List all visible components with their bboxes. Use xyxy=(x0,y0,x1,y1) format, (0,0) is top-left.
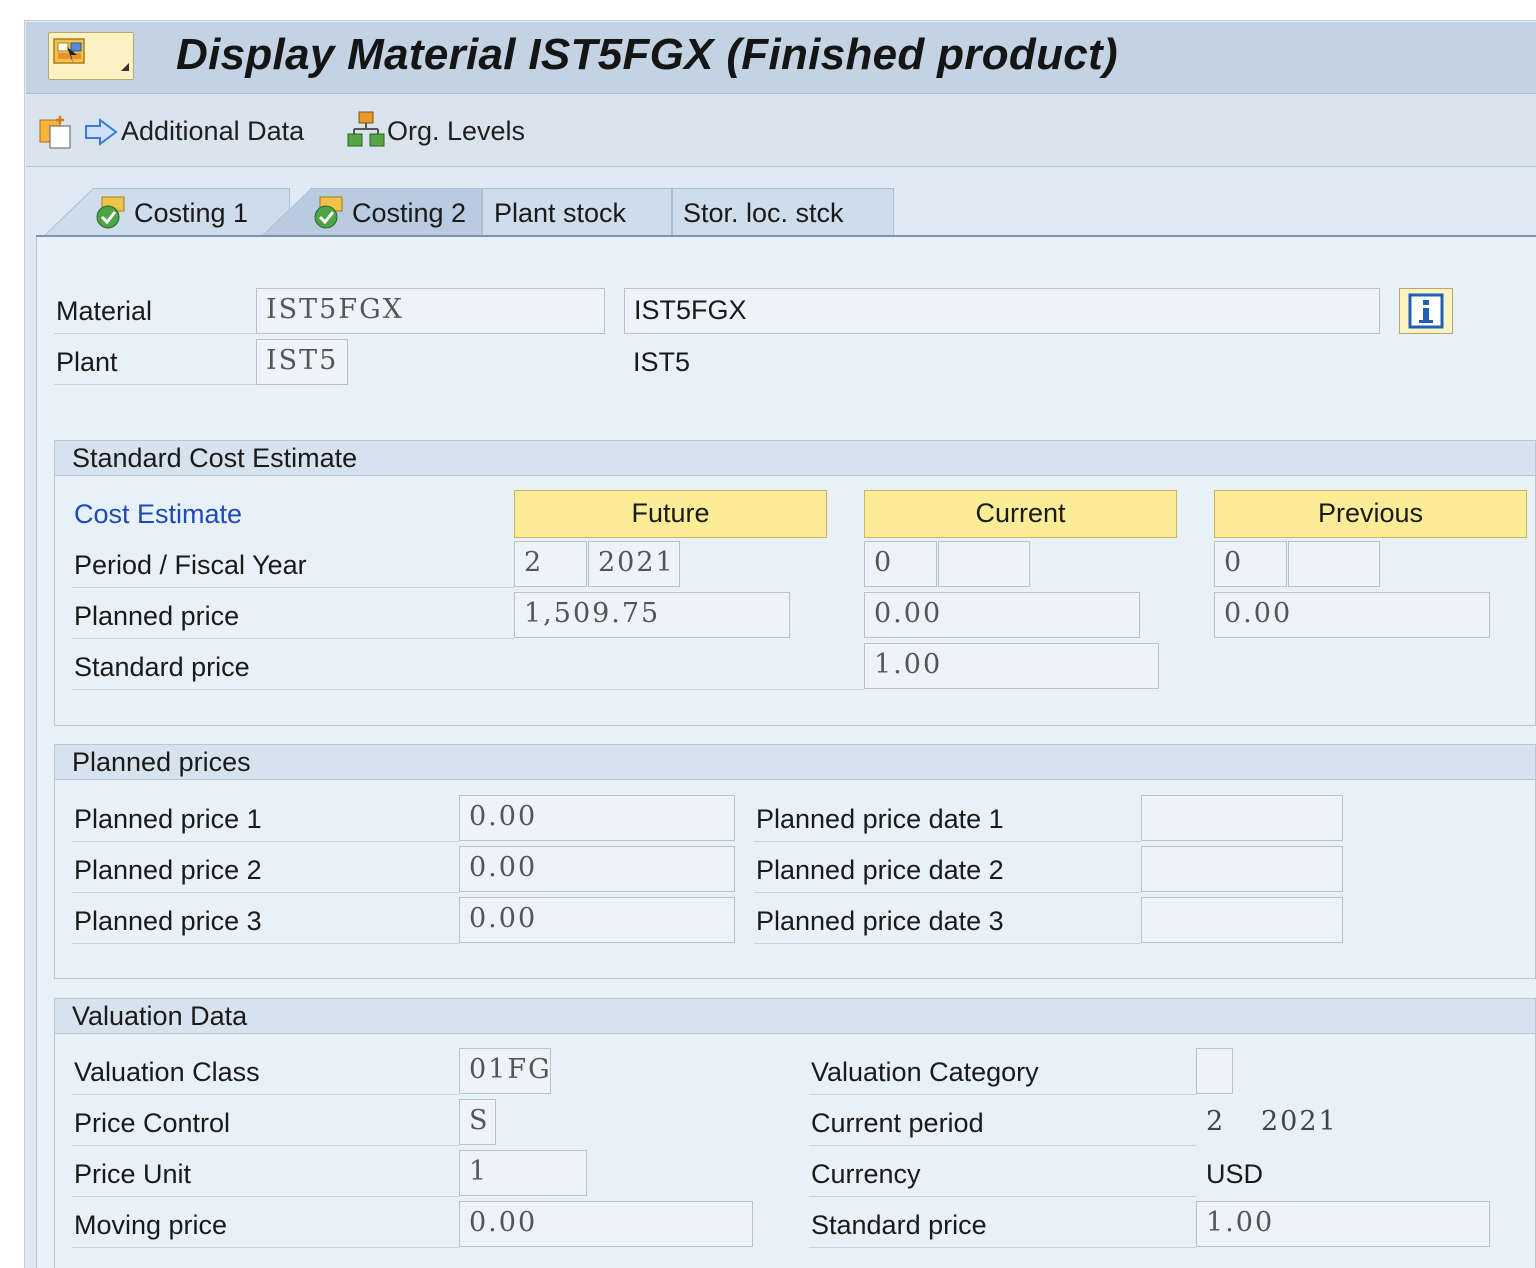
tab-costing-1[interactable]: Costing 1 xyxy=(92,188,290,236)
row-divider xyxy=(72,1145,459,1146)
planned-price-2-field[interactable]: 0.00 xyxy=(459,846,735,892)
planned-price-1-label: Planned price 1 xyxy=(74,804,262,834)
period-fiscal-year-label: Period / Fiscal Year xyxy=(74,550,307,580)
row-divider xyxy=(809,1247,1196,1248)
price-unit-label: Price Unit xyxy=(74,1159,192,1189)
tab-plant-stock[interactable]: Plant stock xyxy=(482,188,672,236)
info-icon xyxy=(1408,293,1444,329)
plant-field[interactable]: IST5 xyxy=(256,339,348,385)
row-divider xyxy=(72,943,459,944)
tab-costing-2-label: Costing 2 xyxy=(352,198,467,228)
row-divider xyxy=(72,587,514,588)
check-icon xyxy=(96,196,125,229)
row-divider xyxy=(809,1196,1196,1197)
cost-estimate-link[interactable]: Cost Estimate xyxy=(74,499,242,530)
row-divider xyxy=(72,1247,459,1248)
row-divider xyxy=(54,333,256,334)
price-unit-field[interactable]: 1 xyxy=(459,1150,587,1196)
material-label: Material xyxy=(56,296,153,326)
planned-price-date-3-field[interactable] xyxy=(1141,897,1343,943)
valuation-standard-price-field[interactable]: 1.00 xyxy=(1196,1201,1490,1247)
moving-price-field[interactable]: 0.00 xyxy=(459,1201,753,1247)
row-divider xyxy=(754,892,1141,893)
row-divider xyxy=(754,841,1141,842)
current-period-label: Current period xyxy=(811,1108,984,1138)
row-divider xyxy=(754,943,1141,944)
plant-description: IST5 xyxy=(633,347,691,377)
price-control-label: Price Control xyxy=(74,1108,231,1138)
valuation-category-label: Valuation Category xyxy=(811,1057,1039,1087)
current-period-field[interactable]: 0 xyxy=(864,541,937,587)
previous-year-field[interactable] xyxy=(1288,541,1380,587)
moving-price-label: Moving price xyxy=(74,1210,228,1240)
valuation-class-field[interactable]: 01FG xyxy=(459,1048,551,1094)
valuation-standard-price-label: Standard price xyxy=(811,1210,987,1240)
currency-label: Currency xyxy=(811,1159,921,1189)
standard-price-label: Standard price xyxy=(74,652,250,682)
current-year-field[interactable] xyxy=(938,541,1030,587)
future-planned-price-field[interactable]: 1,509.75 xyxy=(514,592,790,638)
future-period-field[interactable]: 2 xyxy=(514,541,587,587)
currency-value: USD xyxy=(1206,1159,1264,1189)
tab-plant-stock-label: Plant stock xyxy=(494,198,627,228)
standard-cost-estimate-title: Standard Cost Estimate xyxy=(72,443,358,473)
previous-column-header[interactable]: Previous xyxy=(1214,490,1527,538)
previous-period-field[interactable]: 0 xyxy=(1214,541,1287,587)
plant-label: Plant xyxy=(56,347,118,377)
tab-costing-2[interactable]: Costing 2 xyxy=(310,188,482,236)
tab-stor-loc-stck-label: Stor. loc. stck xyxy=(683,198,844,228)
planned-price-3-label: Planned price 3 xyxy=(74,906,262,936)
current-standard-price-field[interactable]: 1.00 xyxy=(864,643,1159,689)
row-divider xyxy=(72,638,514,639)
info-button[interactable] xyxy=(1399,288,1453,334)
price-control-field[interactable]: S xyxy=(459,1099,496,1145)
additional-data-button[interactable] xyxy=(38,112,120,152)
row-divider xyxy=(72,1094,459,1095)
row-divider xyxy=(72,689,864,690)
current-planned-price-field[interactable]: 0.00 xyxy=(864,592,1140,638)
current-period-value: 2 xyxy=(1206,1106,1226,1137)
tab-costing-1-label: Costing 1 xyxy=(134,198,249,228)
tab-stor-loc-stck[interactable]: Stor. loc. stck xyxy=(672,188,894,236)
planned-price-date-2-label: Planned price date 2 xyxy=(756,855,1004,885)
valuation-class-label: Valuation Class xyxy=(74,1057,260,1087)
valuation-data-header xyxy=(54,998,1536,1034)
org-levels-label[interactable]: Org. Levels xyxy=(387,116,525,147)
menu-icon xyxy=(53,38,129,71)
planned-price-1-field[interactable]: 0.00 xyxy=(459,795,735,841)
planned-price-label: Planned price xyxy=(74,601,240,631)
current-year-value: 2021 xyxy=(1261,1106,1338,1137)
planned-prices-header xyxy=(54,744,1536,780)
row-divider xyxy=(72,841,459,842)
valuation-data-title: Valuation Data xyxy=(72,1001,248,1031)
row-divider xyxy=(72,892,459,893)
additional-data-label[interactable]: Additional Data xyxy=(121,116,304,147)
row-divider xyxy=(54,384,256,385)
planned-price-date-2-field[interactable] xyxy=(1141,846,1343,892)
current-column-header[interactable]: Current xyxy=(864,490,1177,538)
window-title: Display Material IST5FGX (Finished produ… xyxy=(176,30,1118,79)
material-field[interactable]: IST5FGX xyxy=(256,288,605,334)
planned-price-2-label: Planned price 2 xyxy=(74,855,262,885)
previous-planned-price-field[interactable]: 0.00 xyxy=(1214,592,1490,638)
planned-price-date-3-label: Planned price date 3 xyxy=(756,906,1004,936)
future-year-field[interactable]: 2021 xyxy=(588,541,680,587)
org-levels-button[interactable] xyxy=(346,110,386,150)
row-divider xyxy=(72,1196,459,1197)
row-divider xyxy=(809,1145,1196,1146)
material-description-field[interactable]: IST5FGX xyxy=(624,288,1380,334)
planned-price-date-1-field[interactable] xyxy=(1141,795,1343,841)
check-icon xyxy=(314,196,343,229)
additional-data-icon xyxy=(39,116,118,149)
planned-prices-title: Planned prices xyxy=(72,747,251,777)
future-column-header[interactable]: Future xyxy=(514,490,827,538)
org-levels-icon xyxy=(347,111,385,147)
system-menu-button[interactable] xyxy=(48,32,134,80)
valuation-category-field[interactable] xyxy=(1196,1048,1233,1094)
planned-price-3-field[interactable]: 0.00 xyxy=(459,897,735,943)
planned-price-date-1-label: Planned price date 1 xyxy=(756,804,1004,834)
row-divider xyxy=(809,1094,1196,1095)
